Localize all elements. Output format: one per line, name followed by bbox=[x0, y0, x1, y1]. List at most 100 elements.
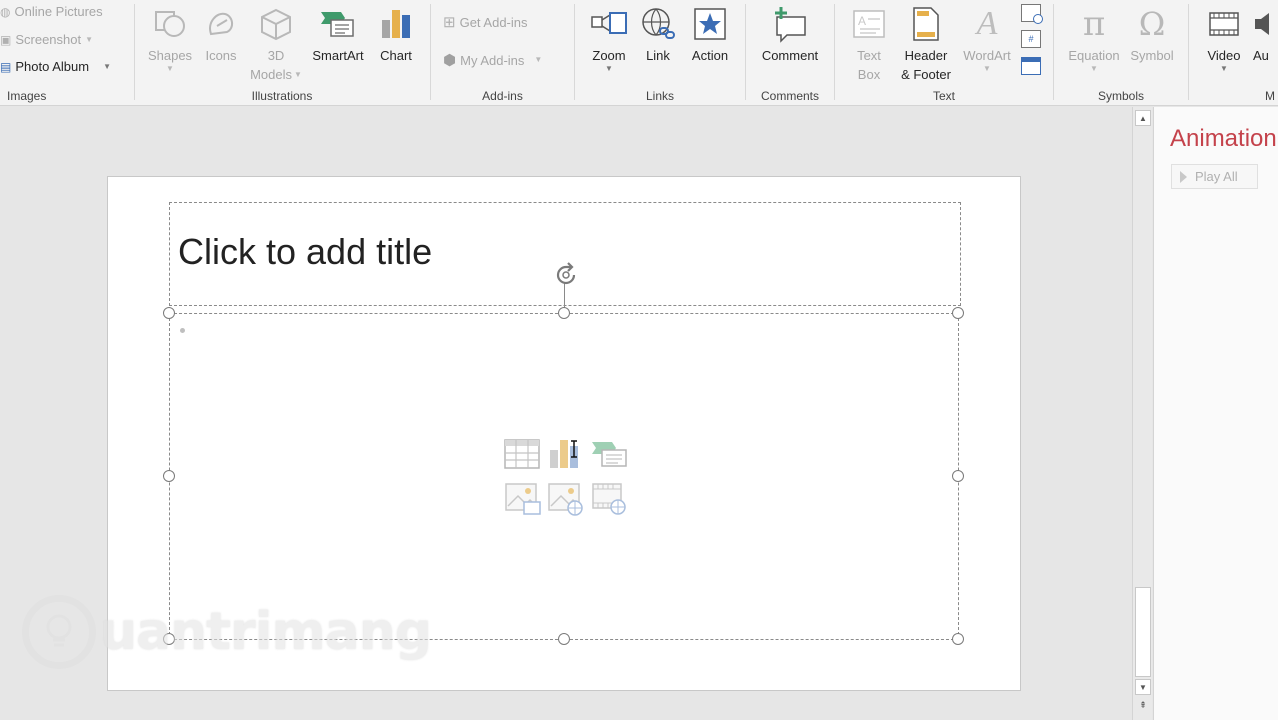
chevron-down-icon: ▼ bbox=[983, 64, 991, 73]
video-icon bbox=[1208, 2, 1240, 46]
link-button[interactable]: Link bbox=[637, 2, 679, 65]
screenshot-icon: ▣ bbox=[0, 32, 12, 47]
photo-album-label: Photo Album bbox=[15, 59, 90, 74]
action-label: Action bbox=[691, 48, 729, 63]
insert-video-icon[interactable] bbox=[591, 482, 627, 516]
smartart-label: SmartArt bbox=[312, 48, 364, 63]
chevron-down-icon: ▼ bbox=[605, 64, 613, 73]
slide-number-icon[interactable]: # bbox=[1021, 30, 1041, 48]
action-button[interactable]: Action bbox=[685, 2, 735, 65]
equation-label: Equation bbox=[1068, 48, 1120, 63]
group-label-addins: Add-ins bbox=[482, 89, 523, 103]
play-icon bbox=[1180, 170, 1187, 183]
ribbon: ◍ Online Pictures ▣ Screenshot ▼ ▤ Photo… bbox=[0, 0, 1278, 106]
speaker-icon bbox=[1253, 2, 1277, 46]
title-placeholder[interactable]: Click to add title bbox=[169, 202, 961, 306]
group-label-comments: Comments bbox=[760, 89, 819, 103]
3d-models-label-line2: Models bbox=[250, 67, 292, 82]
date-time-icon[interactable] bbox=[1021, 4, 1043, 24]
rotate-handle-icon[interactable] bbox=[551, 260, 581, 290]
online-pictures-button[interactable]: ◍ Online Pictures bbox=[0, 4, 103, 19]
cube-icon bbox=[258, 2, 294, 46]
animation-pane: Animation Play All bbox=[1153, 107, 1278, 720]
content-placeholder[interactable] bbox=[169, 313, 959, 640]
shapes-button[interactable]: Shapes ▼ bbox=[145, 2, 195, 73]
resize-handle-bottom-center[interactable] bbox=[558, 633, 570, 645]
header-footer-button[interactable]: Header & Footer bbox=[895, 2, 957, 84]
resize-handle-bottom-right[interactable] bbox=[952, 633, 964, 645]
text-box-label-line2: Box bbox=[857, 67, 881, 82]
equation-button[interactable]: π Equation ▼ bbox=[1064, 2, 1124, 73]
group-label-images: Images bbox=[7, 89, 47, 103]
audio-label: Au bbox=[1253, 48, 1269, 63]
audio-button[interactable]: Au bbox=[1253, 2, 1278, 65]
svg-text:A: A bbox=[858, 14, 866, 28]
icons-button[interactable]: Icons bbox=[199, 2, 243, 65]
photo-album-button[interactable]: ▤ Photo Album ▼ bbox=[0, 59, 111, 74]
group-label-links: Links bbox=[645, 89, 674, 103]
group-addins: ⊞ Get Add-ins ⬢ My Add-ins ▼ Add-ins bbox=[431, 0, 574, 105]
icons-icon bbox=[203, 2, 239, 46]
chart-icon bbox=[379, 2, 413, 46]
pi-icon: π bbox=[1082, 4, 1106, 44]
chevron-down-icon: ▼ bbox=[294, 69, 302, 79]
text-box-icon: A bbox=[852, 2, 886, 46]
3d-models-button[interactable]: 3D Models ▼ bbox=[247, 2, 305, 84]
wordart-button[interactable]: A WordArt ▼ bbox=[959, 2, 1015, 73]
zoom-label: Zoom bbox=[592, 48, 626, 63]
get-addins-button[interactable]: ⊞ Get Add-ins bbox=[443, 13, 528, 31]
animation-pane-title: Animation bbox=[1170, 125, 1277, 152]
scroll-up-icon[interactable]: ▲ bbox=[1135, 110, 1151, 126]
group-links: Zoom ▼ Link Action Links bbox=[575, 0, 745, 105]
header-footer-label-line1: Header bbox=[904, 48, 948, 63]
insert-chart-icon[interactable] bbox=[548, 436, 584, 470]
group-comments: Comment Comments bbox=[746, 0, 834, 105]
header-footer-label-line2: & Footer bbox=[901, 67, 951, 82]
title-placeholder-text[interactable]: Click to add title bbox=[178, 231, 432, 273]
comment-button[interactable]: Comment bbox=[752, 2, 828, 65]
resize-handle-top-right[interactable] bbox=[952, 307, 964, 319]
play-all-button[interactable]: Play All bbox=[1171, 164, 1258, 189]
resize-handle-middle-right[interactable] bbox=[952, 470, 964, 482]
wordart-icon: A bbox=[976, 5, 998, 42]
vertical-scrollbar[interactable]: ▲ ▼ ⇞ bbox=[1132, 107, 1152, 720]
my-addins-label: My Add-ins bbox=[460, 52, 525, 68]
insert-online-picture-icon[interactable] bbox=[547, 482, 583, 516]
scrollbar-thumb[interactable] bbox=[1135, 587, 1151, 677]
resize-handle-top-center[interactable] bbox=[558, 307, 570, 319]
previous-slide-icon[interactable]: ⇞ bbox=[1135, 698, 1151, 712]
insert-table-icon[interactable] bbox=[504, 438, 540, 472]
screenshot-button[interactable]: ▣ Screenshot ▼ bbox=[0, 32, 93, 47]
shapes-icon bbox=[152, 2, 188, 46]
3d-models-label-line2-wrap: Models ▼ bbox=[250, 65, 302, 84]
shapes-label: Shapes bbox=[147, 48, 193, 63]
smartart-button[interactable]: SmartArt bbox=[307, 2, 369, 65]
my-addins-button[interactable]: ⬢ My Add-ins ▼ bbox=[443, 51, 542, 69]
play-all-label: Play All bbox=[1195, 169, 1238, 184]
scroll-down-icon[interactable]: ▼ bbox=[1135, 679, 1151, 695]
video-button[interactable]: Video ▼ bbox=[1201, 2, 1247, 73]
chevron-down-icon: ▼ bbox=[1220, 64, 1228, 73]
symbol-label: Symbol bbox=[1130, 48, 1174, 63]
symbol-button[interactable]: Ω Symbol bbox=[1126, 2, 1178, 65]
group-label-media: M bbox=[1265, 89, 1275, 103]
insert-picture-icon[interactable] bbox=[504, 482, 541, 516]
text-cursor-icon bbox=[570, 440, 578, 458]
screenshot-label: Screenshot bbox=[15, 32, 82, 47]
wordart-label: WordArt bbox=[963, 48, 1011, 63]
zoom-button[interactable]: Zoom ▼ bbox=[585, 2, 633, 73]
object-icon[interactable] bbox=[1021, 57, 1041, 75]
comment-label: Comment bbox=[761, 48, 819, 63]
icons-label: Icons bbox=[205, 48, 237, 63]
chart-button[interactable]: Chart bbox=[373, 2, 419, 65]
watermark-logo: uantrimang bbox=[22, 595, 432, 669]
chevron-down-icon: ▼ bbox=[85, 34, 94, 44]
chevron-down-icon: ▼ bbox=[166, 64, 174, 73]
zoom-icon bbox=[590, 2, 628, 46]
text-box-button[interactable]: A Text Box bbox=[847, 2, 891, 84]
resize-handle-top-left[interactable] bbox=[163, 307, 175, 319]
insert-smartart-icon[interactable] bbox=[590, 438, 627, 472]
group-label-illustrations: Illustrations bbox=[251, 89, 313, 103]
resize-handle-middle-left[interactable] bbox=[163, 470, 175, 482]
group-text: A Text Box Header & Footer A WordArt ▼ #… bbox=[835, 0, 1053, 105]
